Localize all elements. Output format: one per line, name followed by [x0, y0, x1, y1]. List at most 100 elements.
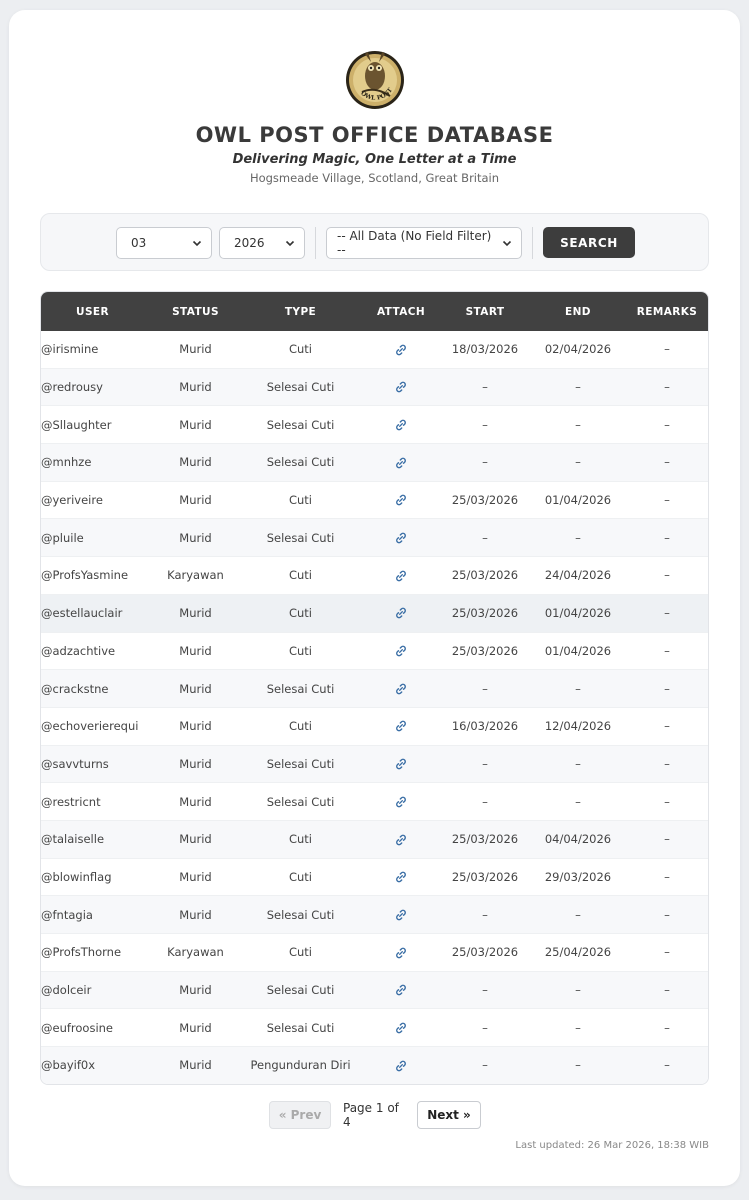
link-icon[interactable] [394, 456, 408, 470]
cell-start: – [482, 983, 488, 998]
cell-start: – [482, 681, 488, 696]
year-select[interactable]: 2026 [219, 227, 305, 259]
cell-attach[interactable] [354, 719, 448, 734]
cell-user[interactable]: @yeriveire [41, 493, 144, 507]
cell-attach[interactable] [354, 644, 448, 659]
cell-status: Murid [179, 417, 212, 432]
cell-user[interactable]: @crackstne [41, 682, 144, 696]
cell-user[interactable]: @echoverierequi [41, 719, 144, 733]
cell-end: 12/04/2026 [544, 719, 612, 734]
cell-user[interactable]: @savvturns [41, 757, 144, 771]
cell-user[interactable]: @dolceir [41, 983, 144, 997]
link-icon[interactable] [394, 795, 408, 809]
cell-attach[interactable] [354, 493, 448, 508]
cell-attach[interactable] [354, 1058, 448, 1073]
cell-remarks: – [664, 417, 670, 432]
cell-attach[interactable] [354, 531, 448, 546]
link-icon[interactable] [394, 833, 408, 847]
table-header: USER STATUS TYPE ATTACH START END REMARK… [41, 292, 708, 331]
cell-attach[interactable] [354, 983, 448, 998]
cell-attach[interactable] [354, 681, 448, 696]
table-row: @redrousy Murid Selesai Cuti – – – [41, 368, 708, 407]
table-row: @bayif0x Murid Pengunduran Diri – – – [41, 1047, 708, 1084]
cell-attach[interactable] [354, 870, 448, 885]
link-icon[interactable] [394, 719, 408, 733]
cell-end: 01/04/2026 [544, 606, 612, 621]
cell-start: – [482, 380, 488, 395]
cell-attach[interactable] [354, 417, 448, 432]
link-icon[interactable] [394, 644, 408, 658]
filter-divider [532, 227, 533, 259]
link-icon[interactable] [394, 1021, 408, 1035]
table-row: @fntagia Murid Selesai Cuti – – – [41, 896, 708, 934]
cell-type: Cuti [288, 342, 313, 357]
link-icon[interactable] [394, 946, 408, 960]
cell-attach[interactable] [354, 757, 448, 772]
cell-user[interactable]: @blowinflag [41, 870, 144, 884]
link-icon[interactable] [394, 418, 408, 432]
cell-attach[interactable] [354, 568, 448, 583]
cell-end: – [575, 983, 581, 998]
chevron-down-icon [502, 240, 512, 247]
cell-remarks: – [664, 530, 670, 545]
link-icon[interactable] [394, 606, 408, 620]
cell-status: Murid [179, 832, 212, 847]
cell-user[interactable]: @bayif0x [41, 1058, 144, 1072]
column-header-end: END [565, 305, 591, 318]
next-page-button[interactable]: Next » [417, 1101, 481, 1129]
cell-user[interactable]: @estellauclair [41, 606, 144, 620]
cell-user[interactable]: @redrousy [41, 380, 144, 394]
cell-user[interactable]: @eufroosine [41, 1021, 144, 1035]
cell-user[interactable]: @Sllaughter [41, 418, 144, 432]
cell-remarks: – [664, 380, 670, 395]
search-button[interactable]: SEARCH [543, 227, 635, 258]
cell-status: Murid [179, 681, 212, 696]
cell-user[interactable]: @irismine [41, 342, 144, 356]
cell-type: Cuti [288, 493, 313, 508]
cell-remarks: – [664, 455, 670, 470]
link-icon[interactable] [394, 682, 408, 696]
cell-attach[interactable] [354, 1020, 448, 1035]
cell-remarks: – [664, 756, 670, 771]
cell-attach[interactable] [354, 455, 448, 470]
cell-attach[interactable] [354, 380, 448, 395]
prev-page-button[interactable]: « Prev [269, 1101, 331, 1129]
cell-user[interactable]: @ProfsThorne [41, 945, 144, 959]
table-row: @pluile Murid Selesai Cuti – – – [41, 519, 708, 558]
cell-status: Karyawan [167, 568, 224, 583]
link-icon[interactable] [394, 1059, 408, 1073]
cell-status: Murid [179, 756, 212, 771]
field-filter-select[interactable]: -- All Data (No Field Filter) -- [326, 227, 522, 259]
link-icon[interactable] [394, 493, 408, 507]
cell-attach[interactable] [354, 832, 448, 847]
cell-attach[interactable] [354, 794, 448, 809]
cell-attach[interactable] [354, 907, 448, 922]
cell-user[interactable]: @fntagia [41, 908, 144, 922]
cell-user[interactable]: @ProfsYasmine [41, 568, 144, 582]
link-icon[interactable] [394, 870, 408, 884]
cell-user[interactable]: @talaiselle [41, 832, 144, 846]
table-body: @irismine Murid Cuti 18/03/2026 02/04/2026– @… [41, 331, 708, 1084]
link-icon[interactable] [394, 380, 408, 394]
link-icon[interactable] [394, 343, 408, 357]
cell-remarks: – [664, 945, 670, 960]
cell-user[interactable]: @pluile [41, 531, 144, 545]
cell-start: 25/03/2026 [451, 832, 519, 847]
cell-attach[interactable] [354, 606, 448, 621]
link-icon[interactable] [394, 531, 408, 545]
cell-type: Cuti [288, 606, 313, 621]
cell-end: 01/04/2026 [544, 643, 612, 658]
cell-attach[interactable] [354, 945, 448, 960]
cell-type: Selesai Cuti [266, 907, 335, 922]
cell-attach[interactable] [354, 342, 448, 357]
cell-user[interactable]: @adzachtive [41, 644, 144, 658]
month-select[interactable]: 03 [116, 227, 212, 259]
cell-start: – [482, 794, 488, 809]
cell-user[interactable]: @mnhze [41, 455, 144, 469]
cell-user[interactable]: @restricnt [41, 795, 144, 809]
link-icon[interactable] [394, 908, 408, 922]
link-icon[interactable] [394, 569, 408, 583]
cell-end: – [575, 380, 581, 395]
link-icon[interactable] [394, 983, 408, 997]
link-icon[interactable] [394, 757, 408, 771]
